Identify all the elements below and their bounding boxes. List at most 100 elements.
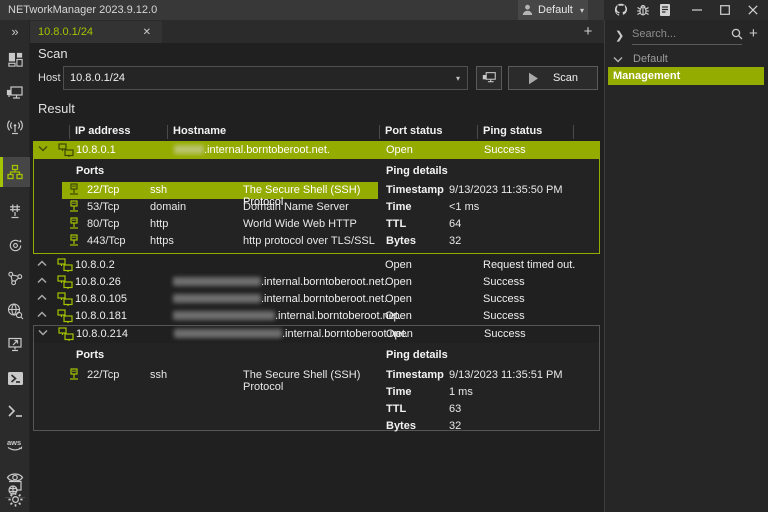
column-port-status[interactable]: Port status xyxy=(385,125,442,137)
port-description: The Secure Shell (SSH) Protocol xyxy=(243,369,378,393)
chevron-up-icon[interactable] xyxy=(37,277,47,284)
scan-button[interactable]: Scan xyxy=(508,66,598,90)
panel-collapse-icon[interactable]: ❯ xyxy=(615,29,624,42)
row-hostname: .internal.borntoberoot.net. xyxy=(173,310,401,322)
host-combobox[interactable]: ▾ xyxy=(63,66,468,90)
ping-time-label: Time xyxy=(386,386,411,398)
table-row[interactable]: 10.8.0.1 .internal.borntoberoot.net. Ope… xyxy=(34,142,599,159)
aws-icon: aws xyxy=(5,437,25,452)
chevron-down-icon[interactable] xyxy=(38,329,48,336)
sidebar-item-port-scanner[interactable] xyxy=(0,196,30,226)
ports-header: Ports xyxy=(76,165,104,177)
table-row[interactable]: 10.8.0.105 .internal.borntoberoot.net. O… xyxy=(33,291,599,308)
add-profile-button[interactable]: + xyxy=(749,25,758,42)
search-input[interactable] xyxy=(632,23,742,45)
ping-time-label: Time xyxy=(386,201,411,213)
play-icon xyxy=(528,72,539,85)
sidebar-item-network-interface[interactable] xyxy=(0,78,30,108)
sidebar-item-powershell[interactable] xyxy=(0,363,30,393)
computers-icon xyxy=(57,275,73,290)
sidebar-item-ip-scanner[interactable] xyxy=(0,157,30,187)
tab-strip: 10.8.0.1/24 ✕ + xyxy=(30,20,604,43)
sidebar-item-aws[interactable]: aws xyxy=(0,429,30,459)
port-icon xyxy=(68,200,80,214)
profile-dropdown-label: Default xyxy=(538,4,573,16)
column-separator[interactable] xyxy=(477,125,478,139)
redacted-text xyxy=(174,329,282,338)
github-icon[interactable] xyxy=(612,2,630,18)
row-ping-status: Success xyxy=(483,310,525,322)
maximize-button[interactable] xyxy=(711,0,739,20)
sidebar-item-settings[interactable] xyxy=(0,484,30,512)
ping-time-value: 1 ms xyxy=(449,386,473,398)
table-header: IP address Hostname Port status Ping sta… xyxy=(33,124,600,141)
column-separator[interactable] xyxy=(379,125,380,139)
port-row[interactable]: 53/Tcp domain Domain Name Server xyxy=(62,199,378,216)
profile-dropdown[interactable]: Default ▾ xyxy=(518,0,588,20)
port-row[interactable]: 443/Tcp https http protocol over TLS/SSL xyxy=(62,233,378,250)
row-port-status: Open xyxy=(385,259,412,271)
profile-group-default[interactable]: Default xyxy=(613,53,668,65)
host-input[interactable] xyxy=(64,72,449,84)
chevron-down-icon xyxy=(613,56,623,63)
chevron-up-icon[interactable] xyxy=(37,311,47,318)
profiles-panel: ❯ + Default Management xyxy=(604,20,768,512)
sidebar-item-traceroute[interactable] xyxy=(0,263,30,293)
row-port-status: Open xyxy=(386,328,413,340)
chevron-up-icon[interactable] xyxy=(37,260,47,267)
table-row[interactable]: 10.8.0.181 .internal.borntoberoot.net. O… xyxy=(33,308,599,325)
documentation-icon[interactable] xyxy=(656,2,674,18)
ping-ttl-label: TTL xyxy=(386,218,406,230)
computers-icon xyxy=(57,258,73,273)
add-tab-button[interactable]: + xyxy=(578,22,598,42)
result-section-label: Result xyxy=(38,101,75,116)
table-row[interactable]: 10.8.0.26 .internal.borntoberoot.net. Op… xyxy=(33,274,599,291)
row-port-status: Open xyxy=(385,310,412,322)
ping-bytes-value: 32 xyxy=(449,235,461,247)
search-icon[interactable] xyxy=(731,28,743,40)
sidebar-expand-icon[interactable]: » xyxy=(0,22,30,42)
column-hostname[interactable]: Hostname xyxy=(173,125,226,137)
row-ping-status: Success xyxy=(483,276,525,288)
sidebar-item-ping-monitor[interactable] xyxy=(0,230,30,260)
port-number: 22/Tcp xyxy=(87,369,119,381)
remote-desktop-icon xyxy=(6,336,24,353)
terminal-icon xyxy=(7,404,24,418)
tab-ip-scan[interactable]: 10.8.0.1/24 ✕ xyxy=(30,21,162,43)
bug-icon[interactable] xyxy=(634,2,652,18)
column-separator[interactable] xyxy=(573,125,574,139)
svg-text:aws: aws xyxy=(7,438,21,447)
column-ip-address[interactable]: IP address xyxy=(75,125,130,137)
row-ping-status: Success xyxy=(483,293,525,305)
sidebar-item-putty[interactable] xyxy=(0,396,30,426)
sidebar-item-remote-desktop[interactable] xyxy=(0,329,30,359)
port-row[interactable]: 22/Tcp ssh The Secure Shell (SSH) Protoc… xyxy=(62,367,378,384)
port-row[interactable]: 22/Tcp ssh The Secure Shell (SSH) Protoc… xyxy=(62,182,378,199)
port-row[interactable]: 80/Tcp http World Wide Web HTTP xyxy=(62,216,378,233)
column-separator[interactable] xyxy=(69,125,70,139)
computers-icon xyxy=(57,292,73,307)
ping-timestamp-label: Timestamp xyxy=(386,184,444,196)
row-ip: 10.8.0.105 xyxy=(75,293,127,305)
table-row[interactable]: 10.8.0.2 Open Request timed out. xyxy=(33,257,599,274)
port-number: 53/Tcp xyxy=(87,201,119,213)
column-ping-status[interactable]: Ping status xyxy=(483,125,542,137)
sidebar-item-dns-lookup[interactable] xyxy=(0,296,30,326)
minimize-button[interactable] xyxy=(683,0,711,20)
sidebar-item-wifi[interactable] xyxy=(0,112,30,142)
profile-item-management[interactable]: Management xyxy=(608,67,764,85)
port-icon xyxy=(68,217,80,231)
tab-close-icon[interactable]: ✕ xyxy=(140,26,154,39)
chevron-up-icon[interactable] xyxy=(37,294,47,301)
chevron-down-icon[interactable]: ▾ xyxy=(449,74,467,83)
table-row[interactable]: 10.8.0.214 .internal.borntoberoot.net. O… xyxy=(34,326,599,343)
chevron-down-icon[interactable] xyxy=(38,145,48,152)
sidebar-item-dashboard[interactable] xyxy=(0,44,30,74)
detect-profile-button[interactable] xyxy=(476,66,502,90)
profile-group-label: Default xyxy=(633,53,668,65)
column-separator[interactable] xyxy=(167,125,168,139)
close-button[interactable] xyxy=(739,0,767,20)
network-interface-icon xyxy=(6,85,24,102)
port-service: ssh xyxy=(150,369,167,381)
gear-icon xyxy=(7,491,24,508)
